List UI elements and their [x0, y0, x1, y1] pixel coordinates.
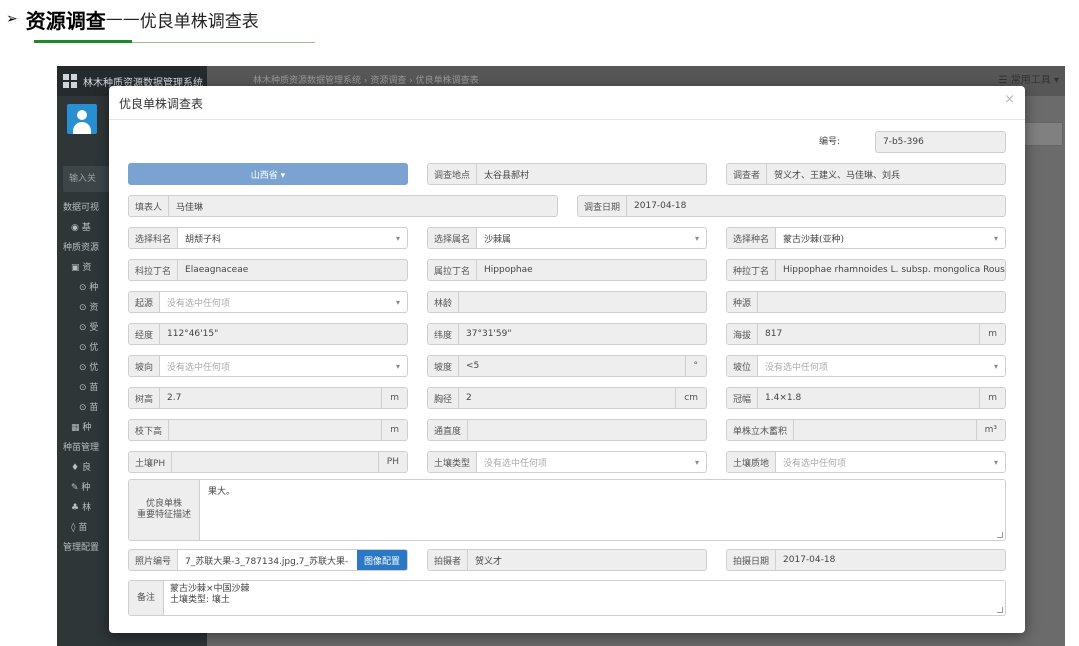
caret-down-icon: ▾ [694, 233, 699, 243]
breadcrumb[interactable]: 林木种质资源数据管理系统 › 资源调查 › 优良单株调查表 [253, 76, 479, 86]
image-config-button[interactable]: 图像配置 [356, 550, 407, 570]
close-icon[interactable]: × [1004, 92, 1015, 107]
photographer-field[interactable]: 拍摄者 贺义才 [427, 549, 707, 571]
soil-ph-field[interactable]: 土壤PH PH [128, 451, 408, 473]
slope-field[interactable]: 坡度 <5 ° [427, 355, 707, 377]
survey-place-field[interactable]: 调查地点 太谷县郝村 [427, 163, 707, 185]
species-latin-field[interactable]: 种拉丁名 Hippophae rhamnoides L. subsp. mongo… [726, 259, 1006, 281]
slope-position-select[interactable]: 坡位 没有选中任何项 ▾ [726, 355, 1006, 377]
arrow-icon: ➢ [6, 11, 18, 27]
photo-date-field[interactable]: 拍摄日期 2017-04-18 [726, 549, 1006, 571]
survey-modal: 优良单株调查表 × 编号: 7-b5-396 山西省 ▾ 调查地点 太谷县郝村 调… [109, 86, 1025, 633]
resize-handle-icon [997, 607, 1003, 613]
remark-label: 备注 [129, 581, 165, 615]
age-field[interactable]: 林龄 [427, 291, 707, 313]
number-field[interactable]: 7-b5-396 [875, 131, 1006, 153]
genus-latin-field[interactable]: 属拉丁名 Hippophae [427, 259, 707, 281]
number-label: 编号: [819, 137, 841, 147]
heading-dash: —— [105, 9, 140, 29]
modal-title: 优良单株调查表 [119, 97, 204, 111]
aspect-select[interactable]: 坡向 没有选中任何项 ▾ [128, 355, 408, 377]
avatar[interactable] [67, 104, 97, 134]
section-heading: ➢ 资源调查 —— 优良单株调查表 [6, 4, 259, 34]
filler-field[interactable]: 填表人 马佳琳 [128, 195, 558, 217]
genus-select[interactable]: 选择属名 沙棘属 ▾ [427, 227, 707, 249]
photo-number-field[interactable]: 照片编号 7_苏联大果-3_787134.jpg,7_苏联大果- 图像配置 [128, 549, 408, 571]
species-select[interactable]: 选择种名 蒙古沙棘(亚种) ▾ [726, 227, 1006, 249]
remark-textarea[interactable]: 备注 蒙古沙棘×中国沙棘 土壤类型: 壤土 [128, 580, 1006, 616]
caret-down-icon: ▾ [395, 297, 400, 307]
family-select[interactable]: 选择科名 胡颓子科 ▾ [128, 227, 408, 249]
caret-down-icon: ▾ [694, 457, 699, 467]
caret-down-icon: ▾ [993, 361, 998, 371]
origin-select[interactable]: 起源 没有选中任何项 ▾ [128, 291, 408, 313]
dbh-field[interactable]: 胸径 2 cm [427, 387, 707, 409]
soil-texture-select[interactable]: 土壤质地 没有选中任何项 ▾ [726, 451, 1006, 473]
heading-underline [34, 40, 315, 43]
grid-icon [63, 74, 77, 88]
clear-bole-height-field[interactable]: 枝下高 m [128, 419, 408, 441]
traits-textarea[interactable]: 优良单株 重要特征描述 果大。 [128, 479, 1006, 541]
traits-label: 优良单株 重要特征描述 [129, 480, 201, 540]
survey-date-field[interactable]: 调查日期 2017-04-18 [577, 195, 1006, 217]
family-latin-field[interactable]: 科拉丁名 Elaeagnaceae [128, 259, 408, 281]
caret-down-icon: ▾ [993, 457, 998, 467]
tree-height-field[interactable]: 树高 2.7 m [128, 387, 408, 409]
resize-handle-icon [997, 532, 1003, 538]
caret-down-icon: ▾ [395, 361, 400, 371]
modal-header: 优良单株调查表 × [109, 86, 1025, 120]
altitude-field[interactable]: 海拔 817 m [726, 323, 1006, 345]
caret-down-icon: ▾ [993, 233, 998, 243]
surveyor-field[interactable]: 调查者 贺义才、王建义、马佳琳、刘兵 [726, 163, 1006, 185]
crown-width-field[interactable]: 冠幅 1.4×1.8 m [726, 387, 1006, 409]
volume-field[interactable]: 单株立木蓄积 m³ [726, 419, 1006, 441]
straightness-field[interactable]: 通直度 [427, 419, 707, 441]
caret-down-icon: ▾ [395, 233, 400, 243]
provenance-field[interactable]: 种源 [726, 291, 1006, 313]
latitude-field[interactable]: 纬度 37°31'59" [427, 323, 707, 345]
heading-subtitle: 优良单株调查表 [139, 11, 259, 32]
province-dropdown-button[interactable]: 山西省 ▾ [128, 163, 408, 185]
longitude-field[interactable]: 经度 112°46'15" [128, 323, 408, 345]
soil-type-select[interactable]: 土壤类型 没有选中任何项 ▾ [427, 451, 707, 473]
heading-bold: 资源调查 [25, 8, 106, 33]
